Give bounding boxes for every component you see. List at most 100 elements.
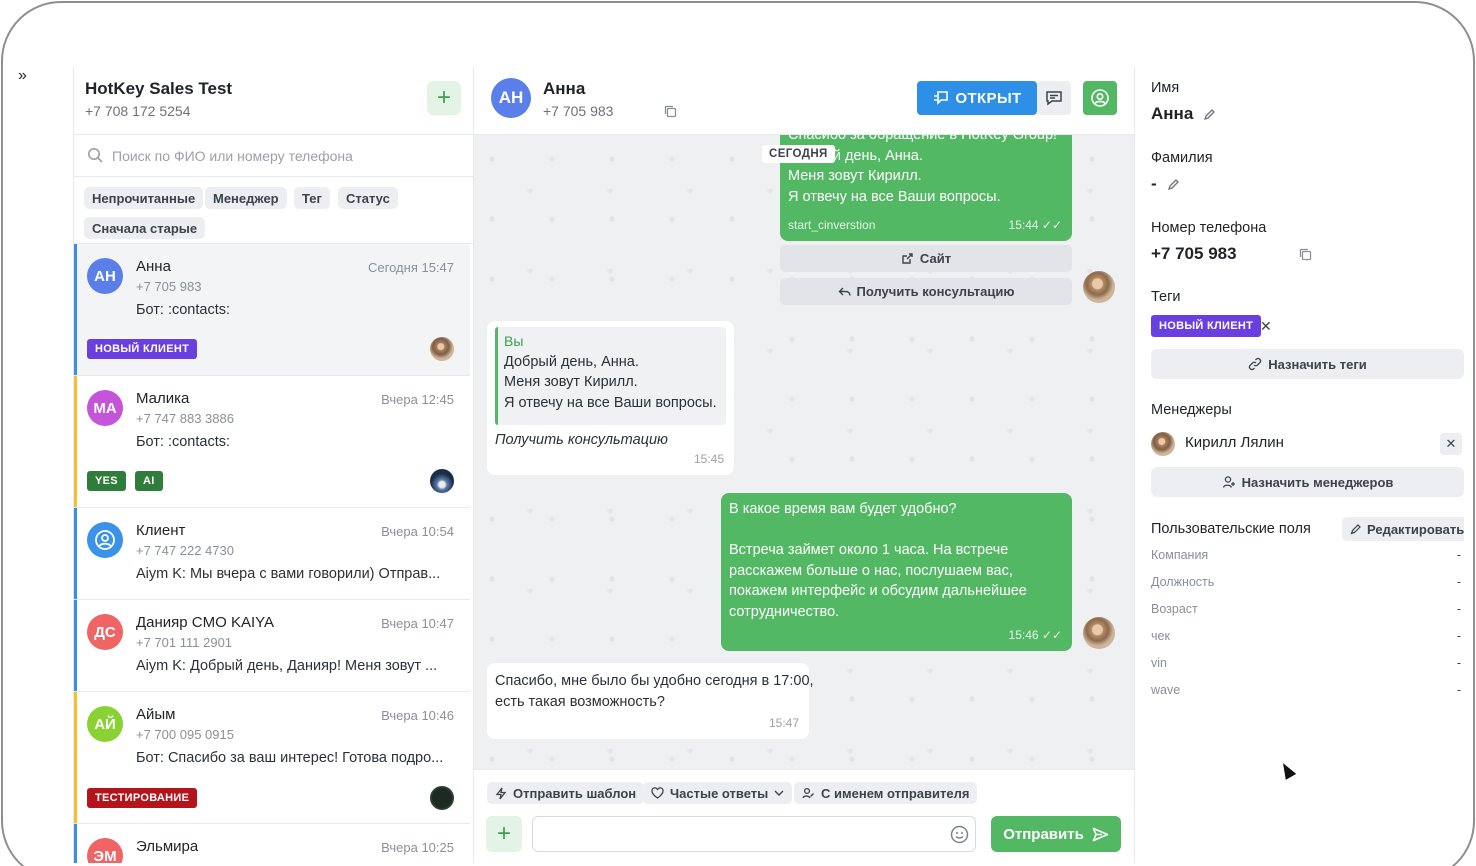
- user-plus-icon: [1222, 476, 1235, 488]
- chat-time: Вчера 10:46: [381, 708, 454, 723]
- chat-last-message: Бот: Спасибо за ваш интерес! Готова подр…: [136, 750, 444, 766]
- user-sign-icon: [802, 787, 814, 798]
- keyboard-button-consult[interactable]: Получить консультацию: [780, 278, 1072, 305]
- message-line: Спасибо, мне было бы удобно сегодня в 17…: [495, 673, 814, 689]
- chat-time: Вчера 10:47: [381, 616, 454, 631]
- quoted-line: Я отвечу на все Ваши вопросы.: [504, 394, 717, 411]
- chat-list-panel: HotKey Sales Test +7 708 172 5254 + Непр…: [74, 67, 474, 863]
- send-template-button[interactable]: Отправить шаблон: [487, 782, 645, 804]
- link-icon: [1249, 357, 1262, 371]
- date-divider: СЕГОДНЯ: [762, 145, 835, 163]
- search-bar: [74, 135, 473, 177]
- new-chat-button[interactable]: +: [427, 81, 461, 115]
- contact-profile-button[interactable]: [1083, 81, 1117, 115]
- list-header: HotKey Sales Test +7 708 172 5254 +: [74, 67, 473, 135]
- pencil-icon[interactable]: [1203, 108, 1216, 121]
- managers-label: Менеджеры: [1151, 402, 1232, 418]
- bot-footer: start_cinverstion: [788, 217, 876, 232]
- chat-phone: +7 747 222 4730: [136, 543, 234, 558]
- keyboard-button-site[interactable]: Сайт: [780, 245, 1072, 272]
- tag-badge: НОВЫЙ КЛИЕНТ: [1151, 315, 1262, 337]
- search-input[interactable]: [112, 143, 462, 169]
- sort-oldest-first[interactable]: Сначала старые: [84, 217, 206, 239]
- keyboard-button-consult-label: Получить консультацию: [856, 284, 1015, 299]
- manager-avatar: [1083, 617, 1115, 649]
- chat-name: Малика: [136, 390, 190, 407]
- attach-plus-button[interactable]: +: [486, 816, 522, 852]
- lightning-icon: [495, 787, 507, 799]
- chat-list: АН Анна Сегодня 15:47 +7 705 983 Бот: :c…: [74, 243, 473, 863]
- contact-name: Анна: [543, 79, 586, 98]
- message-time: 15:45: [693, 451, 724, 466]
- avatar: МА: [87, 390, 123, 426]
- message-lines-icon: [1046, 91, 1062, 106]
- message-input[interactable]: [532, 816, 976, 852]
- bot-line: Я отвечу на все Ваши вопросы.: [788, 188, 1001, 205]
- avatar: ЭМ: [87, 838, 123, 863]
- chat-time: Вчера 12:45: [381, 392, 454, 407]
- keyboard-button-site-label: Сайт: [919, 251, 952, 266]
- contact-details-panel: Имя Анна Фамилия - Номер телефона +7 705…: [1134, 67, 1464, 863]
- quoted-author: Вы: [504, 333, 524, 349]
- incoming-message: Спасибо, мне было бы удобно сегодня в 17…: [487, 663, 814, 739]
- chat-item[interactable]: МА Малика Вчера 12:45 +7 747 883 3886 Бо…: [74, 376, 470, 508]
- conversation-header: АН Анна +7 705 983 ОТКРЫТ: [474, 67, 1134, 135]
- last-name-value: -: [1151, 174, 1180, 194]
- quoted-message[interactable]: Вы Добрый день, Анна. Меня зовут Кирилл.…: [495, 327, 726, 425]
- message-time: 15:47: [768, 715, 799, 730]
- pencil-icon[interactable]: [1167, 178, 1180, 191]
- notes-button[interactable]: [1037, 81, 1071, 115]
- message-line: сотрудничество.: [729, 603, 840, 620]
- chat-item[interactable]: ЭМ Эльмира Вчера 10:25: [74, 824, 470, 863]
- tag-badge: НОВЫЙ КЛИЕНТ: [87, 339, 198, 359]
- chat-item[interactable]: ДС Данияр CMO KAIYA Вчера 10:47 +7 701 1…: [74, 600, 470, 692]
- first-name-value: Анна: [1151, 104, 1216, 124]
- bot-line: Меня зовут Кирилл.: [788, 168, 922, 184]
- status-open-button[interactable]: ОТКРЫТ: [917, 81, 1037, 115]
- tag-badge: ТЕСТИРОВАНИЕ: [87, 788, 198, 808]
- manager-avatar: [430, 337, 454, 361]
- edit-fields-button[interactable]: Редактировать: [1342, 517, 1464, 541]
- filter-status[interactable]: Статус: [338, 187, 398, 209]
- external-link-icon: [902, 253, 913, 264]
- chat-phone: +7 701 111 2901: [136, 635, 233, 650]
- message-line: покажем интерфейс и обсудим дальнейшее: [729, 583, 1027, 599]
- phone-value: +7 705 983: [1151, 244, 1312, 264]
- copy-icon[interactable]: [1299, 248, 1312, 261]
- chat-item[interactable]: АЙ Айым Вчера 10:46 +7 700 095 0915 Бот:…: [74, 692, 470, 824]
- chat-last-message: Aiym K: Мы вчера с вами говорили) Отправ…: [136, 566, 441, 582]
- filter-manager[interactable]: Менеджер: [205, 187, 287, 209]
- sender-name-toggle[interactable]: С именем отправителя: [794, 782, 978, 804]
- manager-avatar: [1151, 432, 1175, 456]
- remove-tag-icon[interactable]: ✕: [1260, 318, 1272, 335]
- account-name: HotKey Sales Test: [85, 79, 233, 98]
- quick-replies-dropdown[interactable]: Частые ответы: [643, 782, 793, 804]
- message-line: В какое время вам будет удобно?: [729, 501, 957, 517]
- edit-icon: [1350, 524, 1361, 535]
- assign-tags-button[interactable]: Назначить теги: [1151, 349, 1464, 379]
- status-open-label: ОТКРЫТ: [955, 89, 1022, 107]
- custom-field-row: vin -: [1151, 656, 1461, 670]
- custom-field-row: Возраст -: [1151, 602, 1461, 616]
- filter-tag[interactable]: Тег: [294, 187, 330, 209]
- user-circle-icon: [1091, 89, 1109, 107]
- chat-name: Эльмира: [136, 838, 199, 855]
- chat-last-message: Бот: :contacts:: [136, 434, 231, 450]
- reply-text: Получить консультацию: [495, 432, 668, 448]
- chat-time: Сегодня 15:47: [368, 260, 454, 275]
- remove-manager-icon[interactable]: ✕: [1440, 433, 1462, 455]
- chat-item[interactable]: АН Анна Сегодня 15:47 +7 705 983 Бот: :c…: [74, 244, 470, 376]
- send-button[interactable]: Отправить: [991, 816, 1121, 852]
- contact-avatar: АН: [491, 78, 531, 118]
- assign-managers-button[interactable]: Назначить менеджеров: [1151, 467, 1464, 497]
- copy-icon[interactable]: [664, 105, 677, 118]
- emoji-icon[interactable]: [950, 825, 969, 844]
- chat-item[interactable]: Клиент Вчера 10:54 +7 747 222 4730 Aiym …: [74, 508, 470, 600]
- chat-phone: +7 747 883 3886: [136, 411, 234, 426]
- avatar-user-icon: [87, 522, 123, 558]
- filter-unread[interactable]: Непрочитанные: [84, 187, 204, 209]
- reply-arrow-icon: [838, 287, 851, 296]
- custom-fields-label: Пользовательские поля: [1151, 521, 1311, 537]
- collapse-rail-icon[interactable]: »: [18, 67, 74, 863]
- chat-name: Анна: [136, 258, 171, 275]
